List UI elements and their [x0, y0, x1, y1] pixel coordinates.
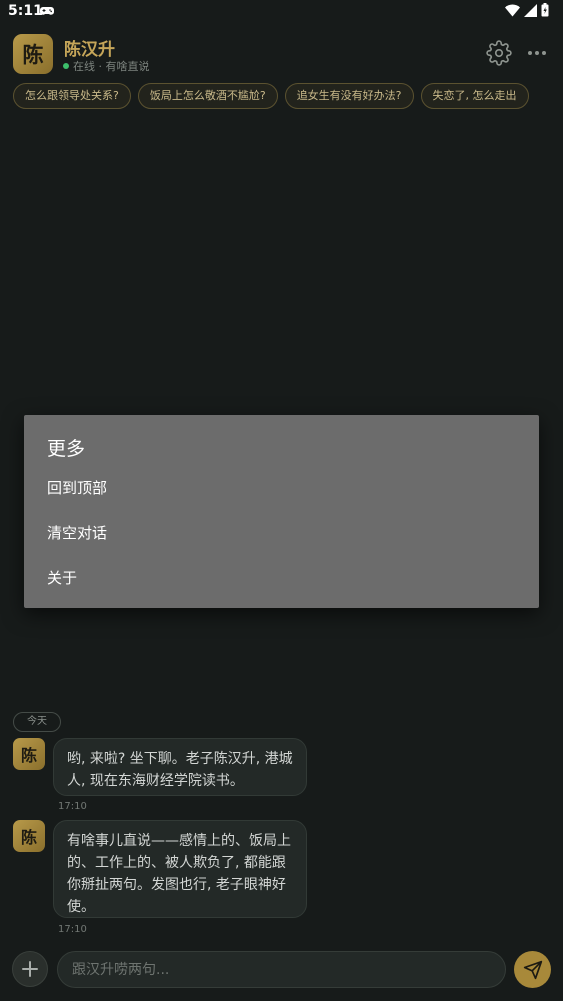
battery-icon — [541, 3, 549, 17]
send-icon — [523, 960, 542, 979]
gamepad-icon — [40, 7, 54, 15]
menu-item-clear-chat[interactable]: 清空对话 — [24, 510, 539, 555]
message-input[interactable] — [57, 951, 506, 988]
contact-name: 陈汉升 — [64, 40, 115, 60]
suggestion-chip[interactable]: 追女生有没有好办法? — [284, 83, 414, 109]
suggestion-chip[interactable]: 饭局上怎么敬酒不尴尬? — [137, 83, 278, 109]
suggestion-chip[interactable]: 失恋了, 怎么走出 — [420, 83, 529, 109]
menu-item-about[interactable]: 关于 — [24, 555, 539, 600]
settings-button[interactable] — [486, 40, 512, 66]
message-bubble: 有啥事儿直说——感情上的、饭局上的、工作上的、被人欺负了, 都能跟你掰扯两句。发… — [53, 820, 307, 918]
suggestion-chips: 怎么跟领导处关系? 饭局上怎么敬酒不尴尬? 追女生有没有好办法? 失恋了, 怎么走出 — [13, 83, 550, 109]
wifi-icon — [505, 4, 520, 16]
online-dot-icon — [63, 63, 69, 69]
chat-header: 陈 陈汉升 在线 · 有啥直说 — [0, 28, 563, 78]
menu-item-label: 清空对话 — [47, 524, 108, 542]
send-button[interactable] — [514, 951, 551, 988]
status-icons — [505, 3, 549, 17]
more-dialog: 更多 回到顶部 清空对话 关于 — [24, 415, 539, 608]
suggestion-chip[interactable]: 怎么跟领导处关系? — [13, 83, 131, 109]
more-icon — [528, 51, 546, 55]
day-separator: 今天 — [13, 712, 61, 732]
message-avatar[interactable]: 陈 — [13, 820, 45, 852]
status-time: 5:11 — [8, 3, 43, 19]
menu-item-label: 关于 — [47, 569, 78, 587]
message-bubble: 哟, 来啦? 坐下聊。老子陈汉升, 港城人, 现在东海财经学院读书。 — [53, 738, 307, 796]
presence-status: 在线 · 有啥直说 — [63, 58, 150, 74]
more-button[interactable] — [525, 40, 549, 66]
message-time: 17:10 — [58, 924, 87, 935]
add-attachment-button[interactable] — [12, 951, 48, 987]
plus-icon — [22, 961, 38, 977]
menu-item-label: 回到顶部 — [47, 479, 108, 497]
message-avatar[interactable]: 陈 — [13, 738, 45, 770]
presence-text: 在线 · 有啥直说 — [73, 60, 150, 73]
message-time: 17:10 — [58, 801, 87, 812]
dialog-title: 更多 — [47, 438, 86, 460]
status-bar: 5:11 — [0, 0, 563, 24]
signal-icon — [524, 3, 537, 17]
menu-item-scroll-top[interactable]: 回到顶部 — [24, 465, 539, 510]
contact-avatar[interactable]: 陈 — [13, 34, 53, 74]
settings-icon — [486, 40, 512, 66]
